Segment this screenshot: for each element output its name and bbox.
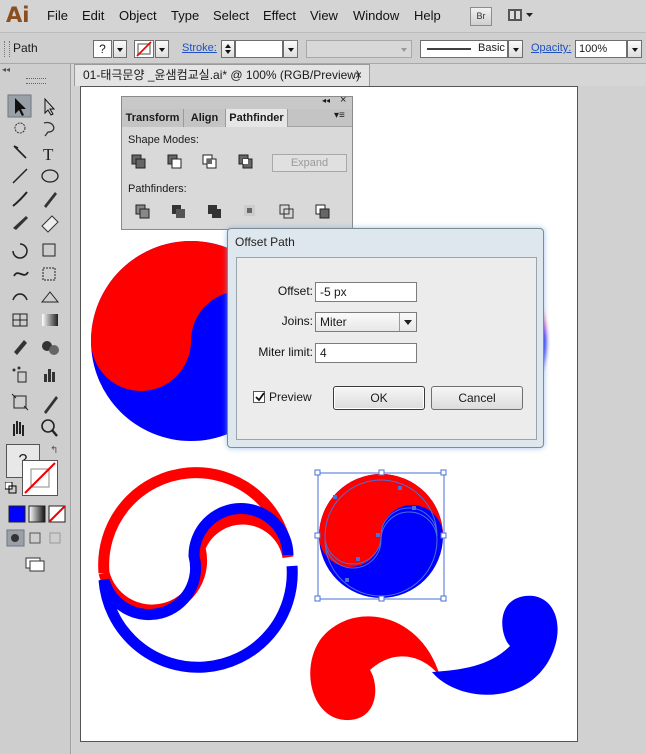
joins-select[interactable]: Miter [315, 312, 417, 332]
outline-icon [279, 204, 294, 219]
trim-icon [172, 205, 185, 218]
offset-input[interactable]: -5 px [315, 282, 417, 302]
joins-value: Miter [320, 315, 347, 329]
panel-tab-strip: ▾≡ [288, 109, 352, 127]
collapse-panel-icon[interactable]: ◂◂ [322, 96, 330, 105]
expand-button[interactable]: Expand [272, 154, 347, 172]
ok-button[interactable]: OK [333, 386, 425, 410]
close-icon[interactable]: × [340, 94, 346, 106]
exclude-icon [238, 154, 253, 169]
cancel-button[interactable]: Cancel [431, 386, 523, 410]
taegeuk-selected[interactable] [314, 469, 447, 602]
taegeuk-split-shapes[interactable] [310, 595, 558, 721]
joins-label: Joins: [281, 314, 313, 328]
preview-label: Preview [269, 390, 312, 404]
crop-icon [244, 205, 255, 216]
miter-limit-label: Miter limit: [258, 345, 313, 359]
minus-back-icon [315, 204, 330, 219]
shape-mode-icons [131, 154, 253, 169]
chevron-down-icon [399, 313, 417, 331]
shape-modes-label: Shape Modes: [128, 134, 199, 146]
pathfinder-icons [135, 204, 330, 219]
intersect-icon [202, 154, 217, 169]
pathfinder-panel: ◂◂ × Transform Align Pathfinder ▾≡ Shape… [121, 94, 353, 230]
merge-icon [208, 205, 221, 218]
offset-label: Offset: [277, 284, 313, 298]
preview-checkbox[interactable] [253, 391, 265, 403]
dialog-title: Offset Path [235, 235, 295, 249]
offset-path-dialog: Offset Path Offset: -5 px Joins: Miter M… [227, 228, 544, 448]
tab-align[interactable]: Align [184, 109, 226, 127]
panel-menu-icon[interactable]: ▾≡ [334, 110, 345, 121]
taegeuk-outline[interactable] [98, 467, 298, 673]
dialog-body: Offset: -5 px Joins: Miter Miter limit: … [236, 257, 537, 440]
minus-front-icon [167, 154, 182, 169]
miter-limit-input[interactable]: 4 [315, 343, 417, 363]
divide-icon [135, 204, 150, 219]
checkmark-icon [255, 392, 265, 402]
tab-pathfinder[interactable]: Pathfinder [226, 109, 288, 127]
pathfinders-label: Pathfinders: [128, 183, 187, 195]
unite-icon [131, 154, 146, 169]
tab-transform[interactable]: Transform [122, 109, 184, 127]
